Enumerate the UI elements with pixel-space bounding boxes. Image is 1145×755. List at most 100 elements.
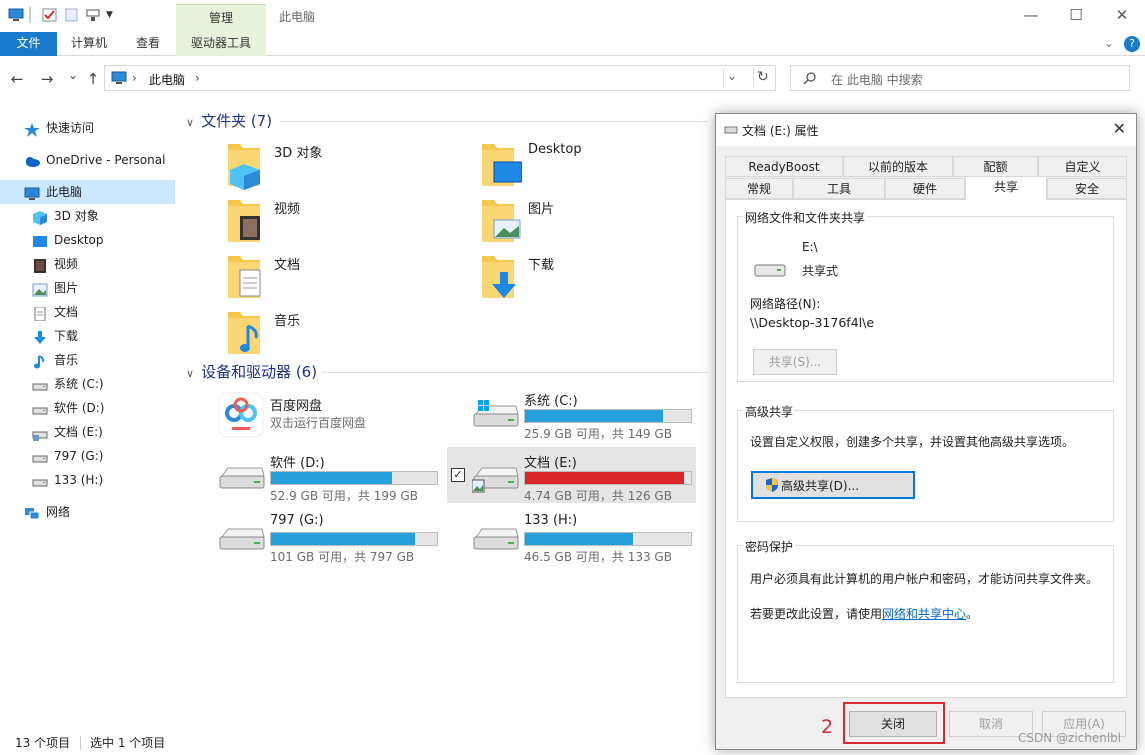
up-button[interactable]: ↑: [84, 70, 102, 88]
maximize-button[interactable]: ☐: [1053, 0, 1099, 32]
advanced-sharing-title: 高级共享: [743, 403, 796, 420]
dialog-title: 文档 (E:) 属性: [742, 124, 819, 138]
sidebar-item-label: 音乐: [54, 353, 79, 367]
tab-file[interactable]: 文件: [0, 32, 57, 56]
baidu-netdisk-item[interactable]: 百度网盘 双击运行百度网盘: [218, 390, 468, 446]
sidebar-item[interactable]: 797 (G:): [0, 444, 175, 468]
shared-drive-icon: [32, 425, 48, 441]
breadcrumb[interactable]: 此电脑: [149, 71, 185, 88]
help-icon[interactable]: ?: [1124, 36, 1140, 52]
sidebar-item[interactable]: 网络: [0, 500, 175, 524]
desktop-icon: [32, 233, 48, 247]
drive-item[interactable]: 133 (H:) 46.5 GB 可用，共 133 GB: [472, 508, 722, 564]
manage-tab[interactable]: 管理: [176, 4, 266, 32]
advanced-sharing-button[interactable]: 高级共享(D)...: [751, 471, 915, 499]
sidebar-item[interactable]: Desktop: [0, 228, 175, 252]
sidebar-item-label: 文档: [54, 305, 79, 319]
chevron-down-icon[interactable]: ▼: [106, 10, 122, 24]
chevron-down-icon[interactable]: ⌄: [1101, 32, 1117, 56]
refresh-button[interactable]: ↻: [757, 69, 769, 85]
search-icon: [803, 72, 816, 85]
share-button[interactable]: 共享(S)...: [753, 349, 837, 375]
annotation-box-2: [843, 702, 945, 744]
breadcrumb-separator: ›: [195, 71, 200, 85]
drive-usage-fill: [271, 533, 415, 545]
drive-name: 文档 (E:): [524, 456, 577, 471]
sidebar-item[interactable]: OneDrive - Personal: [0, 148, 175, 172]
drive-item[interactable]: ✓ 文档 (E:) 4.74 GB 可用，共 126 GB: [447, 447, 696, 503]
tab-view[interactable]: 查看: [124, 32, 172, 56]
dialog-tab[interactable]: 常规: [725, 178, 793, 199]
folders-group-header[interactable]: ∨ 文件夹 (7): [186, 110, 272, 131]
computer-icon: [111, 71, 127, 84]
network-sharing-center-link[interactable]: 网络和共享中心: [882, 607, 966, 621]
sidebar-item[interactable]: 下载: [0, 324, 175, 348]
network-icon: [24, 505, 40, 520]
ribbon-tabs: 文件 计算机 查看 驱动器工具 ⌄ ?: [0, 32, 1145, 56]
uac-shield-icon: [766, 478, 778, 492]
tab-drive-tools[interactable]: 驱动器工具: [176, 32, 266, 56]
recent-locations-button[interactable]: ⌄: [64, 68, 82, 82]
drive-item[interactable]: 系统 (C:) 25.9 GB 可用，共 149 GB: [472, 385, 722, 441]
customize-toolbar-icon[interactable]: [86, 8, 102, 22]
drive-usage-fill: [271, 472, 392, 484]
back-button[interactable]: ←: [8, 70, 26, 88]
music-icon: [32, 353, 48, 369]
drives-group-header[interactable]: ∨ 设备和驱动器 (6): [186, 361, 317, 382]
folder-label: 音乐: [274, 314, 301, 329]
dialog-tab[interactable]: 自定义: [1038, 156, 1127, 177]
tab-sharing-active[interactable]: 共享: [965, 176, 1047, 200]
sidebar-item[interactable]: 图片: [0, 276, 175, 300]
sidebar-item-label: 系统 (C:): [54, 377, 104, 391]
sidebar-item[interactable]: 软件 (D:): [0, 396, 175, 420]
sidebar-item[interactable]: 视频: [0, 252, 175, 276]
sidebar-item[interactable]: 系统 (C:): [0, 372, 175, 396]
sidebar-item[interactable]: 3D 对象: [0, 204, 175, 228]
dialog-tab[interactable]: 硬件: [885, 178, 965, 199]
sidebar-item[interactable]: 133 (H:): [0, 468, 175, 492]
sidebar-item[interactable]: 此电脑: [0, 180, 175, 204]
advanced-sharing-group: [737, 410, 1114, 522]
group-divider: [322, 372, 708, 373]
dialog-tab[interactable]: 配额: [953, 156, 1038, 177]
close-button[interactable]: ✕: [1099, 0, 1145, 32]
sidebar-item[interactable]: 文档: [0, 300, 175, 324]
desktop-folder-icon: [480, 140, 523, 186]
drive-usage-bar: [524, 471, 692, 485]
properties-icon[interactable]: [42, 8, 58, 22]
sidebar-item-label: Desktop: [54, 233, 104, 247]
dialog-tab[interactable]: ReadyBoost: [725, 156, 843, 177]
sidebar-item[interactable]: 音乐: [0, 348, 175, 372]
documents-folder-icon: [226, 252, 264, 298]
picture-icon: [32, 281, 48, 297]
new-folder-icon[interactable]: [64, 8, 80, 22]
dialog-tab[interactable]: 工具: [793, 178, 885, 199]
forward-button[interactable]: →: [38, 70, 56, 88]
password-protection-title: 密码保护: [743, 538, 796, 555]
address-bar[interactable]: › 此电脑 › ⌄ ↻: [104, 65, 776, 91]
sidebar-item-label: 下载: [54, 329, 79, 343]
search-input[interactable]: 在 此电脑 中搜索: [790, 65, 1130, 91]
minimize-button[interactable]: —: [1008, 0, 1054, 32]
selection-checkbox[interactable]: ✓: [451, 468, 465, 482]
baidu-netdisk-icon: [218, 392, 264, 438]
dialog-tab[interactable]: 以前的版本: [843, 156, 953, 177]
drive-size: 25.9 GB 可用，共 149 GB: [524, 427, 672, 441]
drive-name: 百度网盘: [270, 399, 323, 414]
drive-item[interactable]: 软件 (D:) 52.9 GB 可用，共 199 GB: [218, 447, 468, 503]
status-bar: 13 个项目 选中 1 个项目: [0, 732, 715, 755]
sidebar-item[interactable]: 快速访问: [0, 116, 175, 140]
dialog-tab[interactable]: 安全: [1047, 178, 1127, 199]
tab-computer[interactable]: 计算机: [63, 32, 115, 56]
drive-usage-fill: [525, 533, 633, 545]
dialog-close-button[interactable]: ✕: [1113, 119, 1126, 138]
drive-icon: [32, 401, 48, 415]
network-path-value[interactable]: \\Desktop-3176f4l\e: [750, 315, 874, 330]
network-path-label: 网络路径(N):: [750, 297, 821, 311]
sidebar-item[interactable]: 文档 (E:): [0, 420, 175, 444]
drive-description: 双击运行百度网盘: [270, 416, 367, 430]
address-dropdown-button[interactable]: ⌄: [727, 69, 737, 83]
address-row: ← → ⌄ ↑ › 此电脑 › ⌄ ↻ 在 此电脑 中搜索: [0, 62, 1145, 94]
drive-item[interactable]: 797 (G:) 101 GB 可用，共 797 GB: [218, 508, 468, 564]
drive-icon: [218, 462, 266, 492]
